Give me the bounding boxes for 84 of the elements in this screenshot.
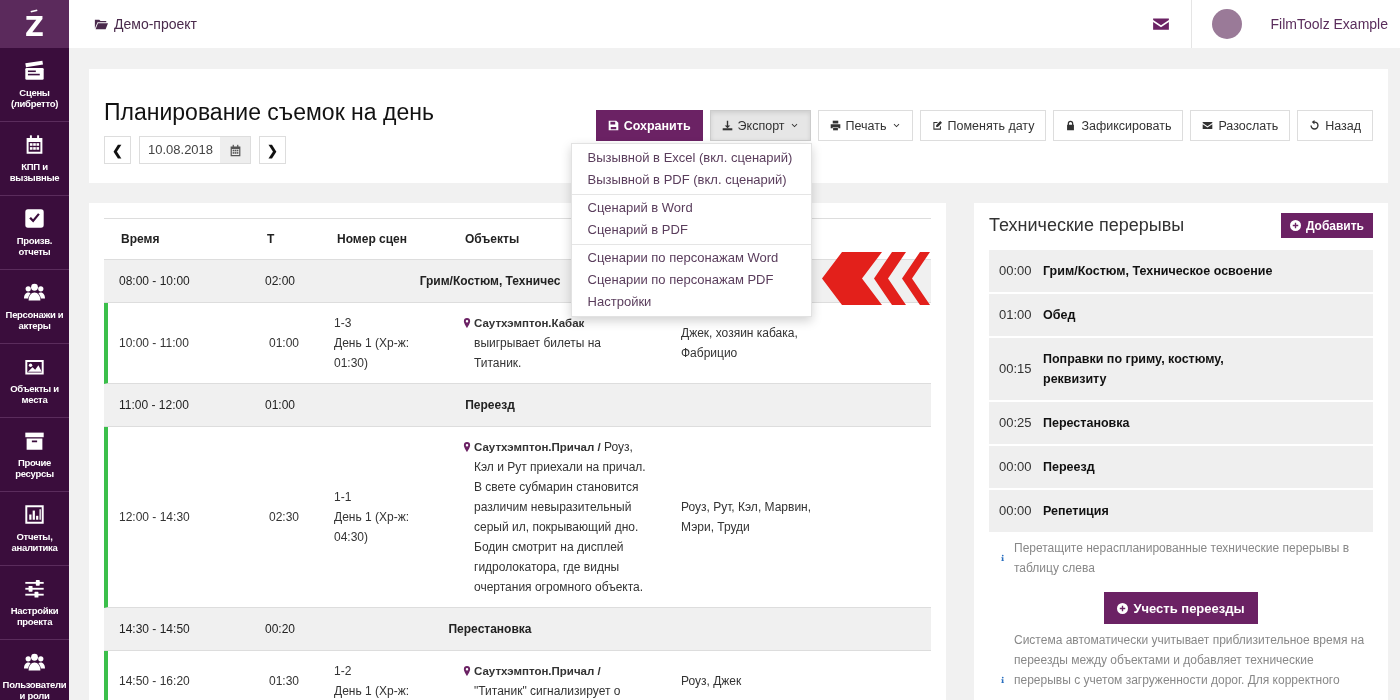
break-label: Перестановка [1043,415,1130,432]
table-cell-text: Грим/Костюм, Техничес [419,273,561,290]
table-cell-text: 00:20 [264,621,297,638]
table-cell-text: День 1 (Хр-ж: 04:30) [334,509,411,546]
table-cell-text: 1-3 [334,315,353,332]
table-cell-text: День 1 (Хр-ж: 01:30) [334,335,411,372]
table-cell-text: 11:00 - 12:00 [118,397,190,414]
toolbar-button[interactable]: Назад [1297,110,1373,141]
date-field[interactable]: 10.08.2018 [139,136,251,164]
sidebar-item[interactable]: КПП и вызывные [0,122,69,196]
next-day-button[interactable]: ❯ [259,136,286,164]
table-cell-text: 14:30 - 14:50 [118,621,191,638]
column-header: Время [120,232,161,246]
break-label: Поправки по гриму, костюму, реквизиту [1043,351,1225,388]
menu-item[interactable]: Вызывной в Excel (вкл. сценарий) [571,147,811,169]
break-item[interactable]: 01:00 Обед [989,294,1373,336]
column-header: Номер сцен [336,232,409,246]
break-row[interactable]: 11:00 - 12:00 01:00 Переезд [104,384,931,427]
break-time: 00:15 [999,360,1029,378]
break-time: 01:00 [999,306,1029,324]
break-item[interactable]: 00:15 Поправки по гриму, костюму, реквизиту [989,338,1373,400]
break-item[interactable]: 00:25 Перестановка [989,402,1373,444]
break-label: Обед [1043,307,1076,324]
panel-title: Технические перерывы [989,215,1185,236]
toolbar-button[interactable]: Разослать [1190,110,1291,141]
table-cell-text: 12:00 - 14:30 [118,509,191,526]
toolbar-button[interactable]: Поменять дату [919,110,1047,141]
break-item[interactable]: 00:00 Переезд [989,446,1373,488]
break-label: Репетиция [1043,503,1109,520]
table-cell-text: Перестановка [448,621,532,638]
break-item[interactable]: 00:00 Грим/Костюм, Техническое освоение [989,250,1373,292]
scene-row[interactable]: 14:50 - 16:20 01:30 1-2 День 1 (Хр-ж: Саутхэмптон.Причал / "Титаник" сигнализирует о Роуз, Джек [104,651,931,700]
apply-moves-button[interactable]: Учесть переезды [1104,592,1258,624]
previous-day-button[interactable]: ❮ [104,136,131,164]
table-cell-text: 08:00 - 10:00 [118,273,191,290]
menu-item[interactable]: Сценарий в Word [571,197,811,219]
menu-item[interactable]: Вызывной в PDF (вкл. сценарий) [571,169,811,191]
hint-text: Перетащите нераспланированные технические перерывы в таблицу слева [1014,540,1351,577]
break-time: 00:00 [999,502,1029,520]
toolbar-button[interactable]: Сохранить [595,110,703,141]
project-link[interactable]: Демо-проект [69,0,197,48]
logo[interactable]: Z [25,8,44,40]
break-time: 00:00 [999,262,1029,280]
break-time: 00:25 [999,414,1029,432]
user-menu[interactable]: FilmToolz Example [1191,0,1400,48]
break-row[interactable]: 14:30 - 14:50 00:20 Перестановка [104,608,931,651]
table-cell-text: 14:50 - 16:20 [118,673,191,690]
table-cell-text: Роуз, Джек [681,673,743,690]
page-title: Планирование съемок на день [104,98,434,127]
toolbar-button[interactable]: Экспорт [709,110,811,141]
table-cell-text: Саутхэмптон.Причал / Роуз, Кэл и Рут приехали на причал. В свете субмарин становится различим невыразительный серый ил, покрывающий дно. Бодин смотрит на дисплей гидролокатора, где видны очертания огромного объекта. [474,439,647,596]
table-cell-text: 02:00 [264,273,297,290]
menu-item[interactable]: Сценарии по персонажам PDF [571,269,811,291]
toolbar-button[interactable]: Печать [817,110,913,141]
table-cell-text: Переезд [465,397,515,414]
table-cell-text: День 1 (Хр-ж: [334,683,411,700]
table-cell-text: Саутхэмптон.Кабак выигрывает билеты на Титаник. [474,316,602,372]
sidebar-item[interactable]: Персонажи и актеры [0,270,69,344]
table-cell-text: 01:30 [268,673,301,690]
break-item[interactable]: 00:00 Репетиция [989,490,1373,532]
table-cell-text: 02:30 [268,509,301,526]
table-cell-text: 01:00 [268,335,301,352]
table-cell-text: 01:00 [264,397,297,414]
table-cell-text: Саутхэмптон.Причал / "Титаник" сигнализирует о [474,664,622,700]
sidebar-item[interactable]: Произв. отчеты [0,196,69,270]
column-header: Объекты [464,232,521,246]
table-cell-text: Джек, хозяин кабака, Фабрицио [681,325,799,362]
toolbar-button[interactable]: Зафиксировать [1053,110,1184,141]
sidebar-item[interactable]: Сцены (либретто) [0,48,69,122]
table-cell-text: 1-2 [334,663,353,680]
break-label: Грим/Костюм, Техническое освоение [1043,263,1273,280]
hint-text: Система автоматически учитывает приблизительное время на переезды между объектами и добавляет технические перерывы с учетом загруженности дорог. Для корректного [1014,632,1366,689]
break-time: 00:00 [999,458,1029,476]
add-button[interactable]: Добавить [1280,213,1373,238]
break-label: Переезд [1043,459,1095,476]
menu-item[interactable]: Сценарий в PDF [571,219,811,241]
table-cell-text: Роуз, Рут, Кэл, Марвин, Мэри, Труди [681,499,813,536]
table-cell-text: 1-1 [334,489,353,506]
sidebar-item[interactable]: Отчеты, аналитика [0,492,69,566]
table-cell-text: 10:00 - 11:00 [118,335,190,352]
sidebar-item[interactable]: Прочие ресурсы [0,418,69,492]
sidebar-item[interactable]: Объекты и места [0,344,69,418]
column-header: Т [266,232,276,246]
sidebar-item[interactable]: Настройки проекта [0,566,69,640]
